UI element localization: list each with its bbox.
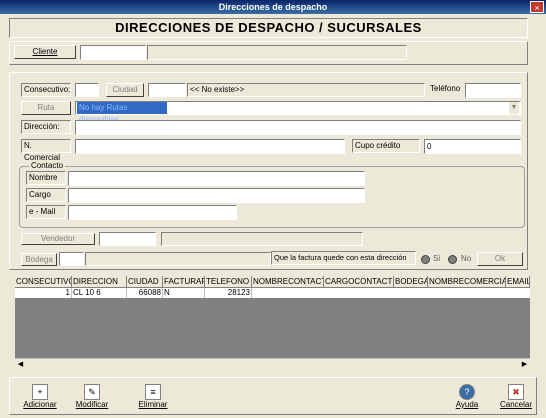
grid-col-nombrecontact[interactable]: NOMBRECONTACT	[252, 276, 324, 288]
contacto-nombre-input[interactable]	[68, 171, 365, 186]
ciudad-code-input[interactable]	[148, 83, 186, 97]
contacto-cargo-input[interactable]	[68, 188, 365, 203]
scroll-right-icon[interactable]: ▶	[519, 359, 530, 370]
grid-cell: CL 10 6	[72, 288, 127, 298]
cupo-input[interactable]: 0	[424, 139, 521, 154]
grid-col-ciudad[interactable]: CIUDAD	[127, 276, 163, 288]
cliente-code-input[interactable]	[80, 45, 146, 60]
direccion-input[interactable]	[75, 120, 521, 135]
grid-header: CONSECUTIVO DIRECCION CIUDAD FACTURAR TE…	[15, 276, 530, 288]
cancel-icon: ✖	[508, 384, 524, 400]
grid-horizontal-scrollbar[interactable]: ◀ ▶	[15, 358, 530, 370]
ok-button[interactable]: Ok	[477, 252, 523, 266]
ciudad-name-field: << No existe>>	[187, 83, 425, 97]
grid-col-facturar[interactable]: FACTURAR	[163, 276, 205, 288]
vendedor-code-input[interactable]	[99, 232, 156, 246]
scroll-left-icon[interactable]: ◀	[15, 359, 26, 370]
consecutivo-input[interactable]	[75, 83, 99, 97]
cupo-label: Cupo crédito	[352, 139, 420, 153]
contacto-nombre-label: Nombre	[26, 171, 66, 185]
bodega-button[interactable]: Bodega	[21, 253, 57, 266]
edit-icon: ✎	[84, 384, 100, 400]
grid-col-email[interactable]: EMAIL	[506, 276, 530, 288]
telefono-label: Teléfono	[428, 83, 464, 97]
vendedor-button[interactable]: Vendedor	[21, 233, 95, 245]
cliente-name-field	[147, 45, 407, 60]
factura-label: Que la factura quede con esta dirección	[271, 251, 416, 265]
bodega-code-input[interactable]	[59, 252, 84, 266]
consecutivo-label: Consecutivo:	[21, 83, 71, 97]
modificar-button[interactable]: ✎ Modificar	[72, 384, 112, 409]
table-row[interactable]: 1 CL 10 6 66088 N 28123	[15, 288, 530, 298]
adicionar-button[interactable]: + Adicionar	[20, 384, 60, 409]
grid-cell: 1	[15, 288, 72, 298]
grid-col-consecutivo[interactable]: CONSECUTIVO	[15, 276, 72, 288]
vendedor-name-field	[161, 232, 363, 246]
add-document-icon: +	[32, 384, 48, 400]
window-titlebar: Direcciones de despacho	[0, 0, 546, 14]
radio-si-label: Si	[433, 254, 441, 263]
eliminar-button[interactable]: ≡ Eliminar	[133, 384, 173, 409]
grid-cell: N	[163, 288, 205, 298]
ncomercial-label: N. Comercial	[21, 139, 71, 162]
contacto-email-label: e - Mail	[26, 205, 66, 219]
chevron-down-icon[interactable]: ▼	[509, 102, 519, 114]
ayuda-button[interactable]: ? Ayuda	[447, 384, 487, 409]
grid-col-telefono[interactable]: TELEFONO	[205, 276, 252, 288]
direccion-label: Dirección:	[21, 120, 71, 134]
cancelar-button[interactable]: ✖ Cancelar	[495, 384, 537, 409]
grid-col-nombrecomercial[interactable]: NOMBRECOMERCIAL	[428, 276, 506, 288]
ruta-button[interactable]: Ruta	[21, 101, 71, 115]
help-icon: ?	[459, 384, 475, 400]
ruta-select[interactable]: No hay Rutas disponibles ▼	[75, 101, 521, 124]
bodega-name-field	[85, 252, 271, 266]
cliente-button[interactable]: Cliente	[14, 45, 76, 59]
records-grid[interactable]: CONSECUTIVO DIRECCION CIUDAD FACTURAR TE…	[15, 276, 530, 370]
delete-icon: ≡	[145, 384, 161, 400]
ciudad-button[interactable]: Ciudad	[106, 83, 144, 97]
grid-col-cargocontacto[interactable]: CARGOCONTACTI	[324, 276, 394, 288]
ncomercial-input[interactable]	[75, 139, 345, 154]
ruta-selected-value: No hay Rutas disponibles	[77, 102, 167, 124]
grid-col-bodega[interactable]: BODEGA	[394, 276, 428, 288]
grid-cell: 66088	[127, 288, 163, 298]
radio-no[interactable]	[448, 255, 457, 264]
window-title: Direcciones de despacho	[218, 2, 328, 12]
radio-si[interactable]	[421, 255, 430, 264]
contacto-legend: Contacto	[29, 160, 66, 171]
contacto-email-input[interactable]	[68, 205, 237, 220]
grid-cell: 28123	[205, 288, 252, 298]
radio-no-label: No	[461, 254, 472, 263]
telefono-input[interactable]	[465, 83, 521, 98]
page-title: DIRECCIONES DE DESPACHO / SUCURSALES	[9, 18, 528, 38]
close-icon[interactable]: ×	[530, 1, 544, 13]
contacto-cargo-label: Cargo	[26, 188, 66, 202]
grid-col-direccion[interactable]: DIRECCION	[72, 276, 127, 288]
